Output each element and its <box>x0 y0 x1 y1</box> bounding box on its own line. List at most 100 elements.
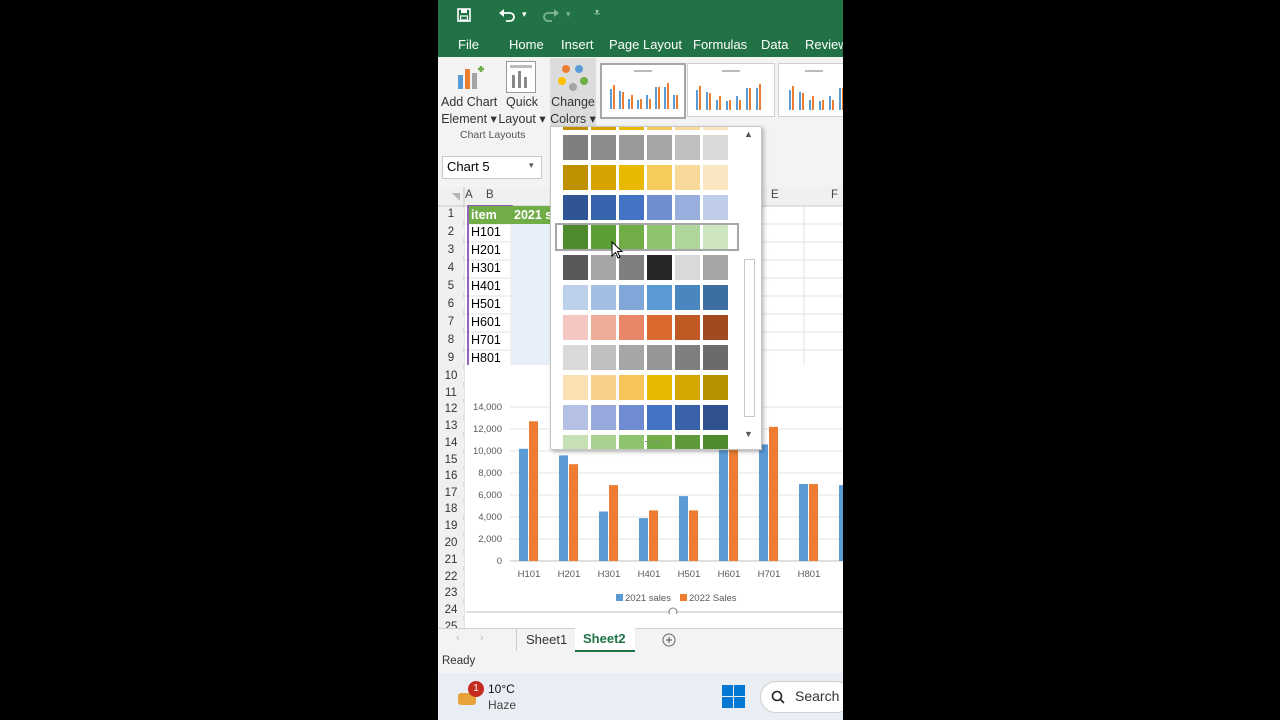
tab-data[interactable]: Data <box>761 37 788 52</box>
bar-2022[interactable] <box>529 421 538 561</box>
row-header[interactable]: 19 <box>438 520 464 532</box>
bar-2022[interactable] <box>809 484 818 561</box>
palette-swatch[interactable] <box>703 135 728 160</box>
table-cell[interactable]: H501 <box>471 297 501 311</box>
resize-grip-icon[interactable] <box>645 441 661 445</box>
chart-style-1[interactable] <box>600 63 686 119</box>
taskbar-search[interactable]: Search <box>760 681 843 713</box>
palette-swatch[interactable] <box>675 345 700 370</box>
palette-swatch[interactable] <box>703 443 728 449</box>
palette-swatch[interactable] <box>591 315 616 340</box>
palette-swatch[interactable] <box>703 315 728 340</box>
resize-handle[interactable] <box>668 607 678 617</box>
chart-style-2[interactable] <box>687 63 775 117</box>
row-header[interactable]: 14 <box>438 437 464 449</box>
row-header[interactable]: 9 <box>438 352 464 364</box>
palette-swatch[interactable] <box>591 165 616 190</box>
bar-2021[interactable] <box>599 511 608 562</box>
palette-swatch[interactable] <box>703 375 728 400</box>
palette-swatch[interactable] <box>619 165 644 190</box>
palette-swatch[interactable] <box>591 405 616 430</box>
palette-swatch[interactable] <box>675 135 700 160</box>
palette-swatch[interactable] <box>647 285 672 310</box>
table-cell[interactable]: H301 <box>471 261 501 275</box>
row-header[interactable]: 5 <box>438 280 464 292</box>
column-header-e[interactable]: E <box>771 189 779 201</box>
tab-review[interactable]: Review <box>805 37 843 52</box>
bar-2021[interactable] <box>639 518 648 561</box>
row-header[interactable]: 10 <box>438 370 464 382</box>
palette-swatch[interactable] <box>619 315 644 340</box>
column-header-a[interactable]: A <box>465 189 473 201</box>
palette-swatch[interactable] <box>647 195 672 220</box>
bar-2022[interactable] <box>569 464 578 561</box>
chart-style-3[interactable] <box>778 63 843 117</box>
row-header[interactable]: 12 <box>438 403 464 415</box>
palette-swatch[interactable] <box>675 315 700 340</box>
save-icon[interactable] <box>457 8 471 22</box>
change-colors-button[interactable]: Change Colors ▾ <box>550 58 596 127</box>
header-cell-2021-sales[interactable]: 2021 s <box>512 206 553 224</box>
sheet-tab-sheet1[interactable]: Sheet1 <box>516 629 576 651</box>
undo-dropdown-icon[interactable]: ▾ <box>522 9 527 20</box>
add-sheet-icon[interactable] <box>662 633 676 647</box>
table-cell[interactable]: H201 <box>471 243 501 257</box>
name-box-dropdown-icon[interactable]: ▾ <box>529 160 534 171</box>
palette-swatch[interactable] <box>591 135 616 160</box>
palette-swatch[interactable] <box>563 405 588 430</box>
row-header[interactable]: 22 <box>438 571 464 583</box>
row-header[interactable]: 25 <box>438 621 464 628</box>
tab-file[interactable]: File <box>458 37 479 52</box>
palette-swatch[interactable] <box>647 135 672 160</box>
row-header[interactable]: 16 <box>438 470 464 482</box>
palette-swatch[interactable] <box>703 285 728 310</box>
palette-swatch[interactable] <box>647 375 672 400</box>
palette-swatch[interactable] <box>647 315 672 340</box>
palette-swatch[interactable] <box>675 443 700 449</box>
table-cell[interactable]: H101 <box>471 225 501 239</box>
palette-swatch[interactable] <box>563 165 588 190</box>
palette-swatch[interactable] <box>619 127 644 130</box>
palette-swatch[interactable] <box>563 135 588 160</box>
redo-icon[interactable] <box>542 7 560 23</box>
bar-2021[interactable] <box>799 484 808 561</box>
palette-swatch[interactable] <box>563 375 588 400</box>
bar-2021[interactable] <box>679 496 688 561</box>
bar-2021[interactable] <box>759 444 768 561</box>
bar-2022[interactable] <box>729 447 738 561</box>
palette-swatch[interactable] <box>619 443 644 449</box>
palette-swatch[interactable] <box>619 375 644 400</box>
palette-swatch[interactable] <box>563 127 588 130</box>
scroll-up-icon[interactable]: ▲ <box>744 129 753 139</box>
palette-swatch[interactable] <box>619 345 644 370</box>
palette-swatch[interactable] <box>647 345 672 370</box>
palette-swatch[interactable] <box>647 165 672 190</box>
palette-scrollbar[interactable]: ▲ ▼ <box>741 129 758 445</box>
table-cell[interactable]: H701 <box>471 333 501 347</box>
palette-swatch[interactable] <box>647 127 672 130</box>
bar-2022[interactable] <box>609 485 618 561</box>
palette-swatch[interactable] <box>703 127 728 130</box>
palette-swatch[interactable] <box>591 375 616 400</box>
palette-swatch[interactable] <box>675 255 700 280</box>
palette-swatch[interactable] <box>703 345 728 370</box>
bar-2021[interactable] <box>719 445 728 562</box>
scroll-thumb[interactable] <box>744 259 755 417</box>
row-header[interactable]: 18 <box>438 503 464 515</box>
bar-2022[interactable] <box>769 426 778 561</box>
palette-swatch[interactable] <box>703 165 728 190</box>
palette-swatch[interactable] <box>703 255 728 280</box>
row-header[interactable]: 4 <box>438 262 464 274</box>
row-header[interactable]: 8 <box>438 334 464 346</box>
tab-scroll-right-icon[interactable]: › <box>480 632 484 644</box>
palette-swatch[interactable] <box>563 315 588 340</box>
palette-swatch[interactable] <box>619 405 644 430</box>
add-chart-element-button[interactable]: Add Chart Element ▾ <box>438 57 497 127</box>
row-header[interactable]: 20 <box>438 537 464 549</box>
table-cell[interactable]: H601 <box>471 315 501 329</box>
row-header[interactable]: 24 <box>438 604 464 616</box>
name-box[interactable]: Chart 5 ▾ <box>442 156 542 179</box>
header-cell-item[interactable]: item <box>469 206 513 224</box>
row-header[interactable]: 17 <box>438 487 464 499</box>
row-header[interactable]: 1 <box>438 208 464 220</box>
